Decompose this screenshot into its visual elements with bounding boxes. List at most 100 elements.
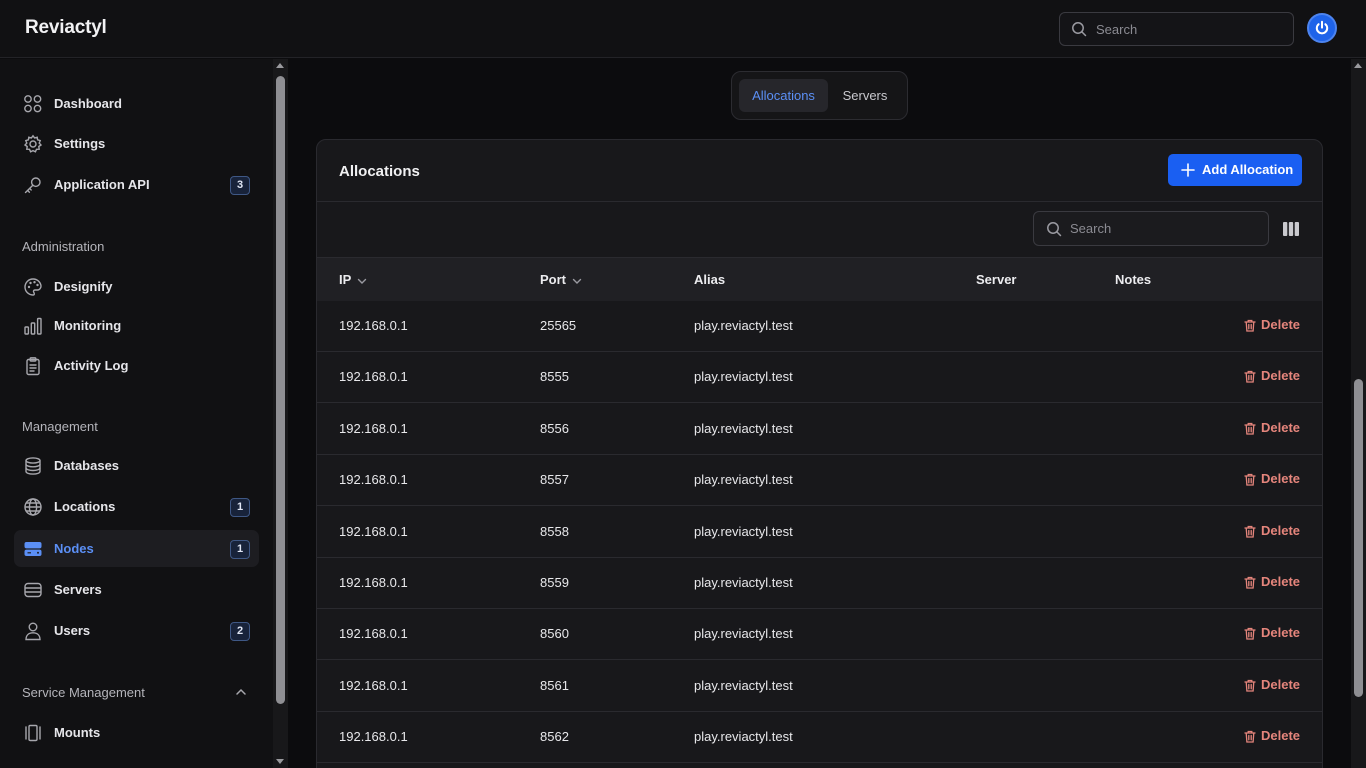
count-badge: 1 xyxy=(230,540,250,559)
trash-icon xyxy=(1244,370,1256,383)
sidebar-item-label: Servers xyxy=(54,582,102,597)
scrollbar-thumb[interactable] xyxy=(1354,379,1363,697)
sidebar-scrollbar[interactable] xyxy=(273,59,288,768)
tab-allocations[interactable]: Allocations xyxy=(739,79,828,112)
scroll-down-arrow[interactable] xyxy=(276,759,284,764)
sidebar-item-activity-log[interactable]: Activity Log xyxy=(14,347,259,384)
delete-label: Delete xyxy=(1261,420,1301,435)
trash-icon xyxy=(1244,422,1256,435)
scrollbar-thumb[interactable] xyxy=(276,76,285,704)
table-row: 192.168.0.1 25565 play.reviactyl.test Delet… xyxy=(317,301,1322,352)
gear-icon xyxy=(23,134,43,153)
cell-port: 8557 xyxy=(540,472,569,487)
allocations-card: Allocations Add Allocation IP Port Alias… xyxy=(316,139,1323,768)
cell-port: 8560 xyxy=(540,626,569,641)
sidebar-item-monitoring[interactable]: Monitoring xyxy=(14,307,259,344)
power-button[interactable] xyxy=(1307,13,1337,43)
sidebar-item-settings[interactable]: Settings xyxy=(14,125,259,162)
table-row: 192.168.0.1 8555 play.reviactyl.test Delete xyxy=(317,352,1322,403)
cell-alias: play.reviactyl.test xyxy=(694,524,793,539)
sidebar-item-servers[interactable]: Servers xyxy=(14,571,259,608)
add-allocation-label: Add Allocation xyxy=(1202,162,1294,177)
app-title[interactable]: Reviactyl xyxy=(25,17,107,39)
cell-ip: 192.168.0.1 xyxy=(339,575,408,590)
table-search-input[interactable] xyxy=(1070,212,1250,245)
database-icon xyxy=(25,457,41,475)
column-header-server: Server xyxy=(976,272,1017,287)
cell-alias: play.reviactyl.test xyxy=(694,626,793,641)
add-allocation-button[interactable]: Add Allocation xyxy=(1168,154,1302,186)
main-scrollbar[interactable] xyxy=(1351,59,1366,768)
delete-label: Delete xyxy=(1261,368,1301,383)
table-row: 192.168.0.1 8560 play.reviactyl.test Delete xyxy=(317,609,1322,660)
cell-alias: play.reviactyl.test xyxy=(694,318,793,333)
top-bar: Reviactyl xyxy=(0,0,1366,58)
table-row: 192.168.0.1 8562 play.reviactyl.test Delete xyxy=(317,712,1322,763)
column-header-notes: Notes xyxy=(1115,272,1152,287)
chevron-down-icon xyxy=(572,278,582,284)
divider xyxy=(317,201,1322,202)
delete-button[interactable]: Delete xyxy=(1244,728,1300,743)
bar-chart-icon xyxy=(24,317,42,335)
sidebar-item-application-api[interactable]: Application API 3 xyxy=(14,166,259,203)
scroll-up-arrow[interactable] xyxy=(276,63,284,68)
trash-icon xyxy=(1244,730,1256,743)
mount-icon xyxy=(25,724,41,742)
delete-button[interactable]: Delete xyxy=(1244,368,1300,383)
sidebar-item-label: Dashboard xyxy=(54,96,122,111)
trash-icon xyxy=(1244,576,1256,589)
section-label-service-management: Service Management xyxy=(22,685,145,700)
sidebar-item-label: Locations xyxy=(54,499,116,514)
delete-button[interactable]: Delete xyxy=(1244,677,1300,692)
delete-button[interactable]: Delete xyxy=(1244,317,1300,332)
delete-label: Delete xyxy=(1261,523,1301,538)
cell-port: 8559 xyxy=(540,575,569,590)
plus-icon xyxy=(1181,163,1195,177)
cell-alias: play.reviactyl.test xyxy=(694,369,793,384)
table-search[interactable] xyxy=(1033,211,1269,246)
cell-ip: 192.168.0.1 xyxy=(339,472,408,487)
column-header-ip[interactable]: IP xyxy=(339,272,367,287)
sidebar-item-mounts[interactable]: Mounts xyxy=(14,714,259,751)
cell-ip: 192.168.0.1 xyxy=(339,524,408,539)
power-icon xyxy=(1315,20,1329,35)
tab-group: Allocations Servers xyxy=(731,71,908,120)
tab-servers[interactable]: Servers xyxy=(830,79,900,112)
delete-label: Delete xyxy=(1261,625,1301,640)
cell-ip: 192.168.0.1 xyxy=(339,729,408,744)
sidebar-item-label: Settings xyxy=(54,136,106,151)
cell-alias: play.reviactyl.test xyxy=(694,678,793,693)
palette-icon xyxy=(24,278,42,296)
search-icon xyxy=(1047,222,1062,237)
cell-port: 8561 xyxy=(540,678,569,693)
sidebar-item-databases[interactable]: Databases xyxy=(14,447,259,484)
sidebar-item-designify[interactable]: Designify xyxy=(14,268,259,305)
delete-label: Delete xyxy=(1261,471,1301,486)
columns-icon[interactable] xyxy=(1283,222,1299,236)
global-search[interactable] xyxy=(1059,12,1294,46)
globe-icon xyxy=(24,498,42,516)
column-label: IP xyxy=(339,272,352,287)
cell-alias: play.reviactyl.test xyxy=(694,421,793,436)
cell-ip: 192.168.0.1 xyxy=(339,678,408,693)
global-search-input[interactable] xyxy=(1096,13,1276,45)
delete-button[interactable]: Delete xyxy=(1244,471,1300,486)
section-label-management: Management xyxy=(22,419,98,434)
sidebar-item-locations[interactable]: Locations 1 xyxy=(14,488,259,525)
table-row: 192.168.0.1 8557 play.reviactyl.test Delete xyxy=(317,455,1322,506)
chevron-down-icon xyxy=(358,278,367,284)
sidebar-item-label: Nodes xyxy=(54,541,94,556)
delete-button[interactable]: Delete xyxy=(1244,420,1300,435)
delete-button[interactable]: Delete xyxy=(1244,574,1300,589)
delete-button[interactable]: Delete xyxy=(1244,523,1300,538)
delete-button[interactable]: Delete xyxy=(1244,625,1300,640)
chevron-up-icon[interactable] xyxy=(235,686,247,698)
sidebar-item-dashboard[interactable]: Dashboard xyxy=(14,85,259,122)
scroll-up-arrow[interactable] xyxy=(1354,63,1362,68)
sidebar-item-users[interactable]: Users 2 xyxy=(14,612,259,649)
column-header-port[interactable]: Port xyxy=(540,272,582,287)
sidebar: Dashboard Settings Application API 3 Adm… xyxy=(0,59,273,768)
trash-icon xyxy=(1244,319,1256,332)
sidebar-item-nodes[interactable]: Nodes 1 xyxy=(14,530,259,567)
cell-alias: play.reviactyl.test xyxy=(694,575,793,590)
